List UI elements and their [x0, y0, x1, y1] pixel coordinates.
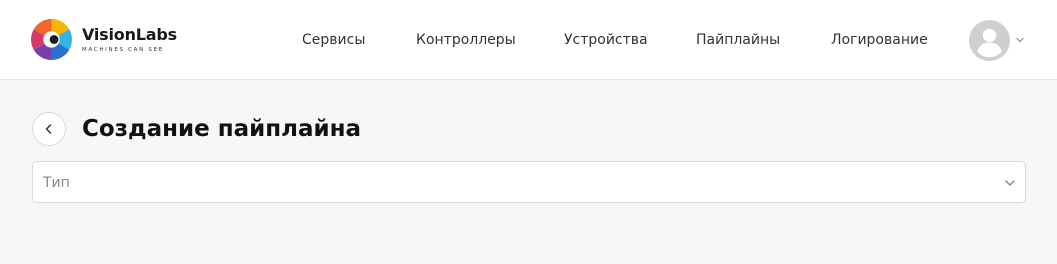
top-header: VisionLabs MACHINES CAN SEE Сервисы Конт… [0, 0, 1057, 80]
brand-text: VisionLabs MACHINES CAN SEE [82, 24, 177, 54]
nav-item-services[interactable]: Сервисы [302, 30, 365, 50]
type-select[interactable]: Тип [32, 161, 1026, 203]
chevron-down-icon [1016, 37, 1024, 43]
type-select-placeholder: Тип [43, 175, 70, 191]
page-title: Создание пайплайна [82, 116, 362, 142]
brand-name: VisionLabs [82, 24, 177, 44]
brand-tagline: MACHINES CAN SEE [82, 46, 164, 53]
user-menu-button[interactable] [969, 19, 1029, 61]
nav-item-pipelines[interactable]: Пайплайны [696, 30, 780, 50]
brand-logo[interactable]: VisionLabs MACHINES CAN SEE [31, 19, 177, 60]
back-button[interactable] [32, 112, 66, 146]
visionlabs-logo-icon [31, 19, 72, 60]
user-avatar-icon [969, 19, 1010, 61]
nav-item-logging[interactable]: Логирование [831, 30, 928, 50]
nav-item-controllers[interactable]: Контроллеры [416, 30, 516, 50]
nav-item-devices[interactable]: Устройства [564, 30, 648, 50]
chevron-left-icon [45, 124, 52, 134]
chevron-down-icon [1005, 180, 1015, 186]
